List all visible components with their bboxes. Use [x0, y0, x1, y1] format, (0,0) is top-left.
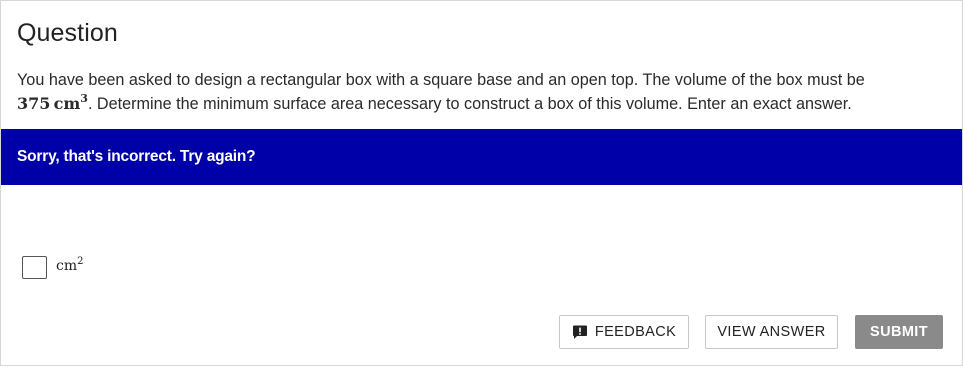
volume-value: 375: [17, 94, 51, 113]
question-heading: Question: [17, 19, 118, 47]
feedback-button[interactable]: FEEDBACK: [559, 315, 689, 349]
submit-button-label: SUBMIT: [870, 324, 928, 340]
speech-bubble-exclamation-icon: [572, 324, 588, 340]
view-answer-button[interactable]: VIEW ANSWER: [705, 315, 838, 349]
submit-button[interactable]: SUBMIT: [855, 315, 943, 349]
volume-exponent: 3: [80, 92, 88, 105]
question-text-part2: . Determine the minimum surface area nec…: [87, 95, 852, 113]
volume-math: 375 cm3: [17, 92, 88, 113]
answer-unit-base: cm: [56, 258, 78, 274]
feedback-banner: Sorry, that's incorrect. Try again?: [1, 129, 962, 185]
question-text: You have been asked to design a rectangu…: [17, 68, 937, 116]
question-text-part1: You have been asked to design a rectangu…: [17, 71, 865, 89]
feedback-button-label: FEEDBACK: [594, 324, 677, 340]
view-answer-button-label: VIEW ANSWER: [717, 324, 826, 340]
answer-unit: cm2: [56, 256, 84, 275]
answer-unit-exponent: 2: [77, 256, 84, 267]
volume-unit: cm: [53, 94, 81, 113]
question-card: Question You have been asked to design a…: [0, 0, 963, 366]
feedback-message: Sorry, that's incorrect. Try again?: [17, 148, 256, 165]
answer-input[interactable]: [22, 256, 47, 279]
